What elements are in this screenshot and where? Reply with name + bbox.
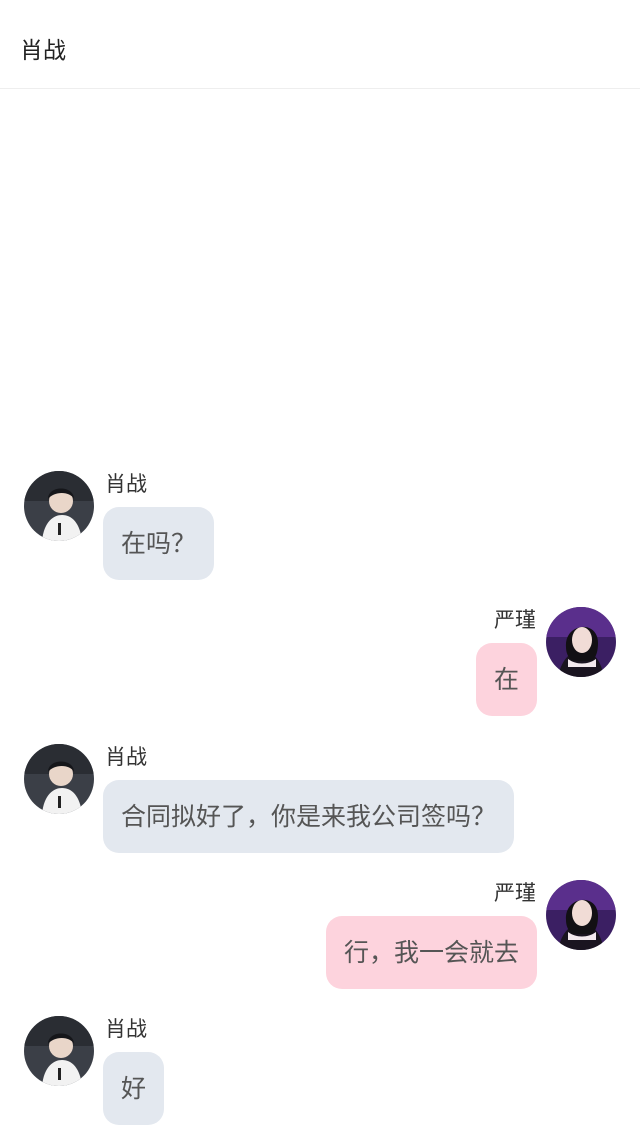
avatar-xiao-zhan[interactable] [24,744,94,814]
sender-name: 肖战 [105,745,147,769]
avatar-xiao-zhan[interactable] [24,471,94,541]
message-bubble[interactable]: 好 [103,1052,165,1125]
chat-header: 肖战 [0,0,640,89]
avatar-photo-icon [24,1016,94,1086]
avatar-yan-jin[interactable] [546,880,616,950]
avatar-photo-icon [546,880,616,950]
avatar-photo-icon [24,744,94,814]
avatar-xiao-zhan[interactable] [24,1016,94,1086]
sender-name: 肖战 [105,472,147,496]
chat-app: 肖战 肖战 在吗？ 严瑾 在 肖战 合同拟好了，你是来我公司签吗？ 严瑾 行，我… [0,0,640,1138]
sender-name: 严瑾 [494,608,536,632]
avatar-photo-icon [24,471,94,541]
avatar-photo-icon [546,607,616,677]
message-bubble[interactable]: 在 [475,643,537,716]
message-bubble[interactable]: 合同拟好了，你是来我公司签吗？ [103,780,515,853]
sender-name: 肖战 [105,1017,147,1041]
avatar-yan-jin[interactable] [546,607,616,677]
message-bubble[interactable]: 行，我一会就去 [325,916,537,989]
sender-name: 严瑾 [494,881,536,905]
message-bubble[interactable]: 在吗？ [103,507,215,580]
chat-title: 肖战 [20,38,66,64]
